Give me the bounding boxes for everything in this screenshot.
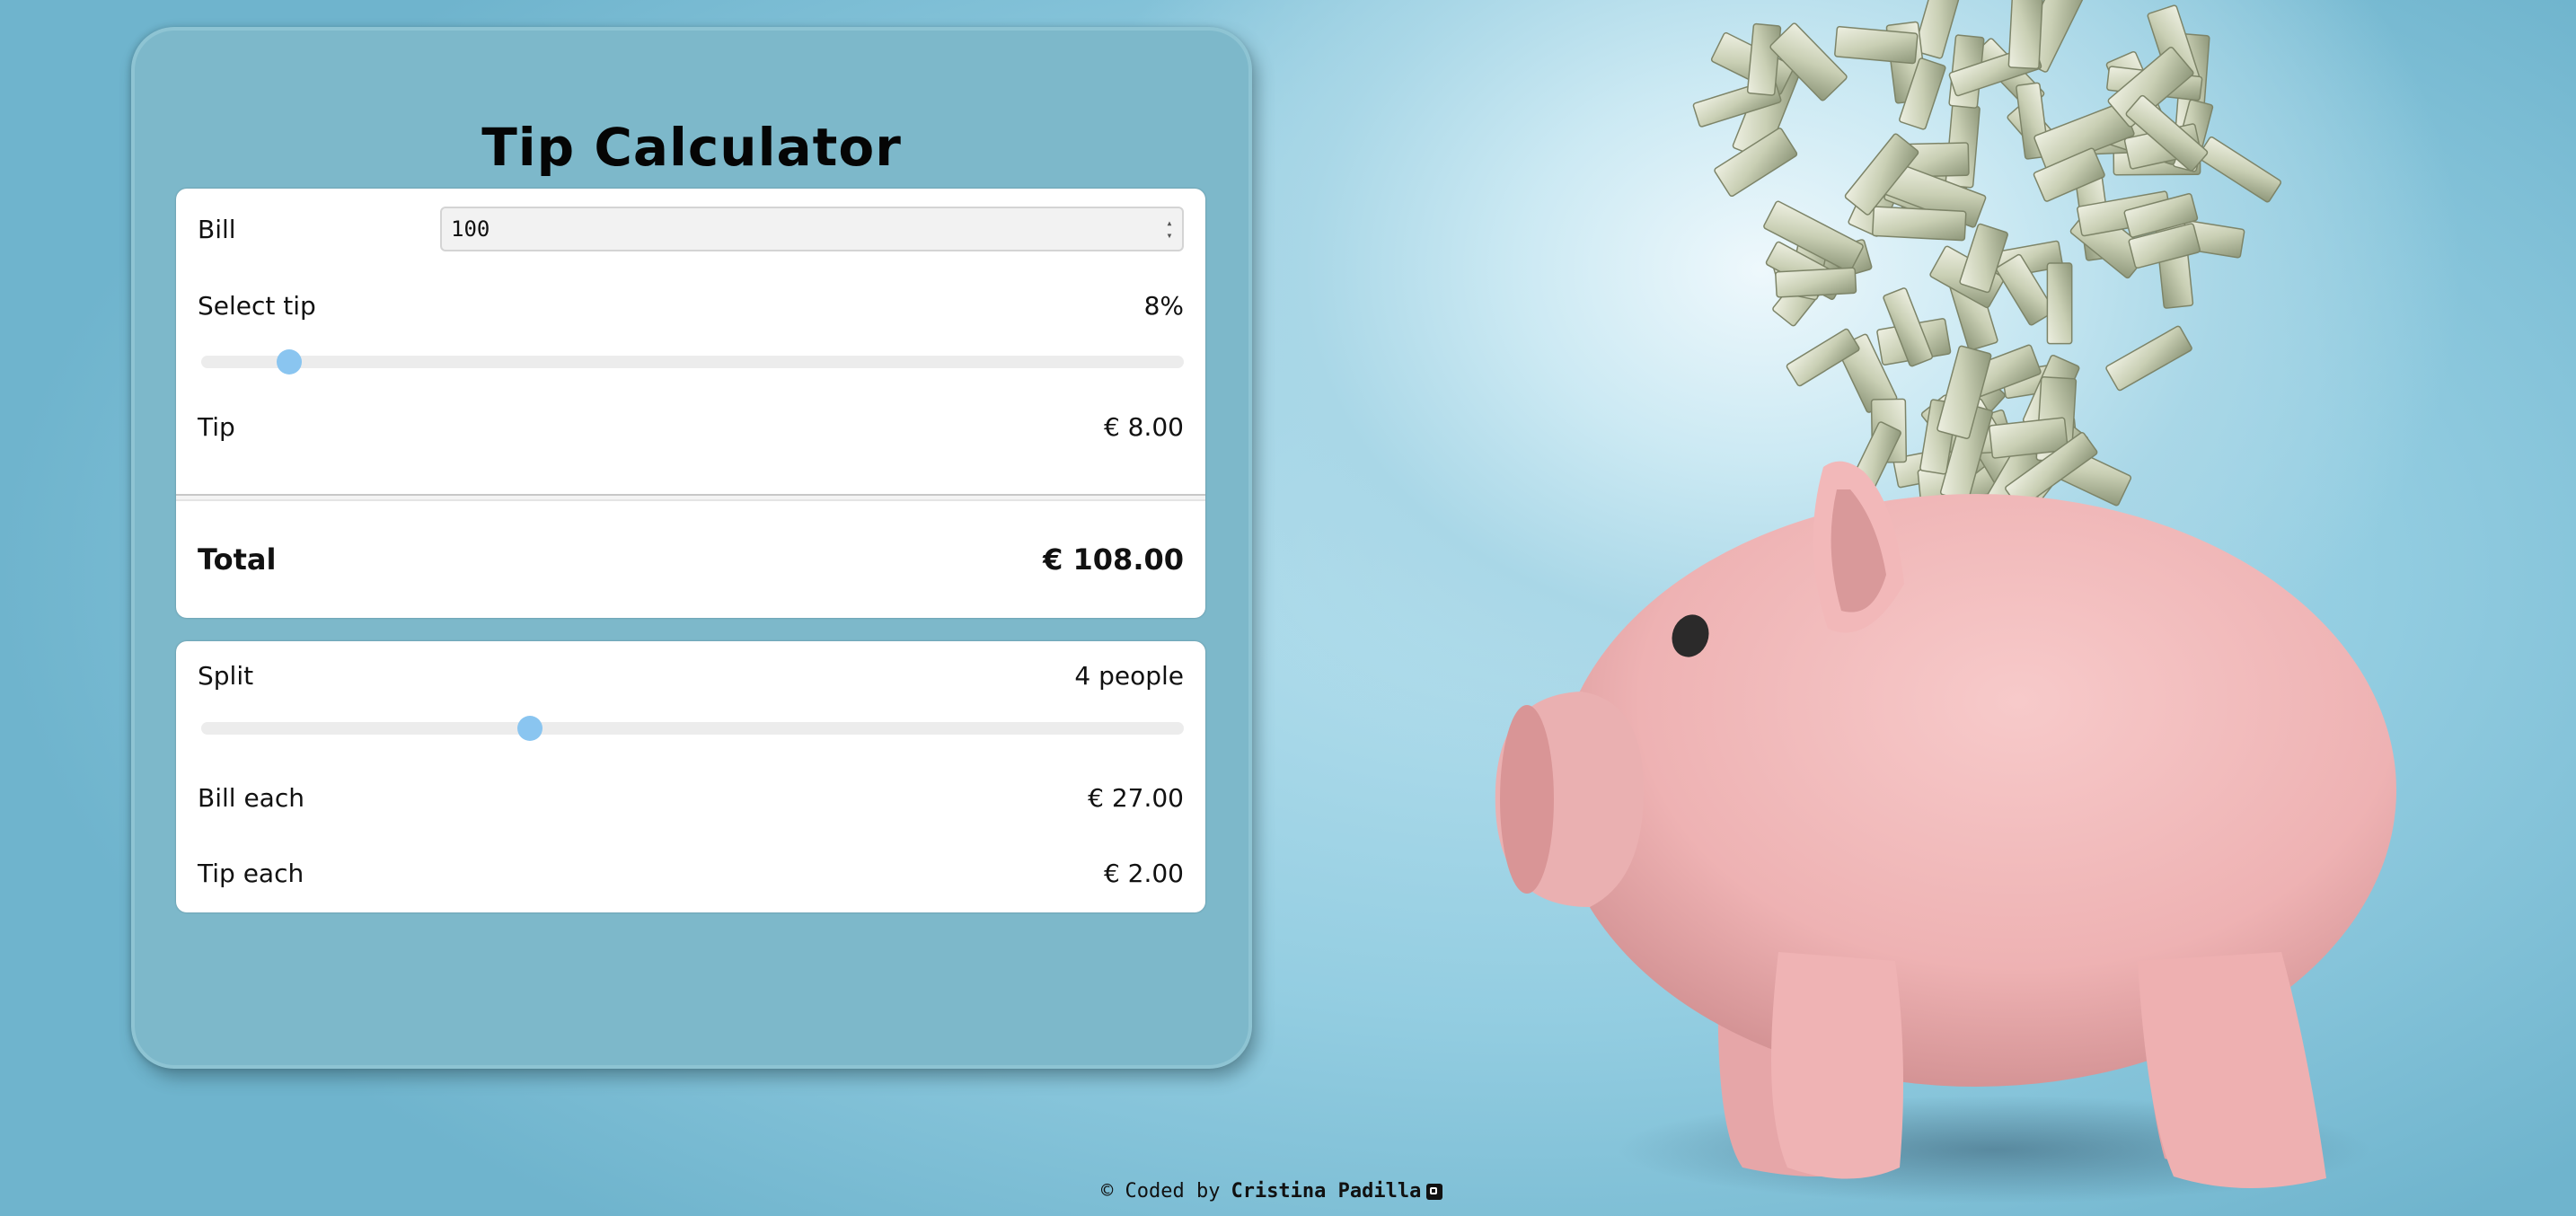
total-row: Total € 108.00	[198, 537, 1184, 582]
divider	[176, 494, 1205, 501]
banknote	[1872, 206, 1967, 242]
bill-each-value: € 27.00	[1088, 782, 1184, 813]
number-spinner[interactable]: ▴ ▾	[1162, 214, 1177, 244]
tip-slider[interactable]	[201, 349, 1184, 374]
external-link-icon[interactable]	[1426, 1183, 1443, 1200]
footer-prefix: © Coded by	[1101, 1180, 1221, 1203]
bill-input[interactable]: 100 ▴ ▾	[440, 207, 1184, 251]
bill-input-value: 100	[451, 216, 490, 242]
split-slider[interactable]	[201, 716, 1184, 741]
pig-front-leg-near	[1771, 952, 1903, 1179]
tip-each-value: € 2.00	[1103, 858, 1184, 888]
tip-value: € 8.00	[1103, 411, 1184, 442]
tip-each-label: Tip each	[198, 858, 304, 888]
split-card: Split 4 people Bill each € 27.00 Tip eac…	[176, 641, 1205, 912]
bill-each-label: Bill each	[198, 782, 304, 813]
split-row: Split 4 people	[198, 657, 1184, 693]
tip-each-row: Tip each € 2.00	[198, 855, 1184, 891]
author-link[interactable]: Cristina Padilla	[1231, 1180, 1421, 1203]
banknote	[1775, 267, 1857, 298]
tip-slider-thumb[interactable]	[277, 349, 303, 374]
bill-each-row: Bill each € 27.00	[198, 780, 1184, 815]
total-value: € 108.00	[1043, 542, 1184, 577]
footer: © Coded by Cristina Padilla	[1101, 1180, 1443, 1203]
piggy-bank-illustration	[1495, 0, 2396, 1203]
pig-back-leg-near	[2138, 952, 2326, 1189]
banknote	[2046, 262, 2073, 345]
split-label: Split	[198, 660, 254, 691]
banknote	[2197, 136, 2282, 203]
split-slider-thumb[interactable]	[517, 716, 543, 741]
page-title: Tip Calculator	[481, 117, 902, 178]
tip-row: Tip € 8.00	[198, 409, 1184, 445]
tip-card: Bill 100 ▴ ▾ Select tip 8% Tip € 8.00 To…	[176, 189, 1205, 618]
select-tip-value: 8%	[1143, 290, 1184, 321]
pig-nostril	[1500, 705, 1554, 894]
select-tip-row: Select tip 8%	[198, 287, 1184, 323]
calculator-panel: Tip Calculator Bill 100 ▴ ▾ Select tip 8…	[131, 27, 1252, 1069]
spinner-down-icon[interactable]: ▾	[1166, 229, 1172, 242]
tip-label: Tip	[198, 411, 235, 442]
banknotes-icon	[1692, 0, 2282, 518]
banknote	[2105, 325, 2192, 392]
banknote	[1746, 22, 1782, 96]
banknote	[2007, 0, 2044, 70]
select-tip-label: Select tip	[198, 290, 316, 321]
bill-label: Bill	[198, 214, 236, 244]
split-value: 4 people	[1074, 660, 1184, 691]
total-label: Total	[198, 542, 277, 577]
banknote	[1834, 25, 1919, 65]
spinner-up-icon[interactable]: ▴	[1166, 216, 1172, 229]
